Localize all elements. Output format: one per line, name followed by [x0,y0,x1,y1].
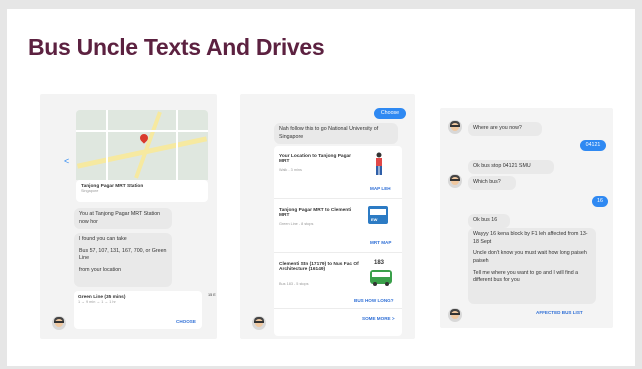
chat-text: from your location [79,267,122,274]
bus-icon [370,270,392,286]
bus-how-long-link[interactable]: BUS HOW LONG? [354,298,394,303]
bus-uncle-avatar [448,120,462,134]
step2-sub: Green Line - 8 stops [279,222,314,226]
step3-bus-number: 183 [374,260,385,266]
chat-text: I found you can take [79,236,127,242]
chat-bubble: Which bus? [468,176,516,190]
next-card-peek: 15 E [208,293,216,297]
bus-uncle-avatar [448,308,462,322]
step1-title: Your Location to Tanjong Pagar MRT [279,154,352,164]
chat-text: Uncle don't know you must wait how long … [473,250,587,265]
train-icon: EW [368,206,388,224]
some-more-link[interactable]: SOME MORE > [362,316,395,321]
chat-panel-location: < Tanjong Pagar MRT Station Singapore Yo… [40,94,217,339]
user-reply-bubble: 16 [592,196,608,207]
bus-uncle-avatar [52,316,66,330]
chat-panel-bus-stop: Where are you now? 04121 Ok bus stop 041… [440,108,613,328]
map-station-sub: Singapore [81,189,99,193]
chat-bubble-group: Wayyy 16 kena block by F1 leh affected f… [468,228,596,304]
chat-bubble: Ok bus 16 [468,214,510,228]
chat-bubble: Where are you now? [468,122,542,136]
bus-uncle-avatar [448,174,462,188]
step3-sub: Bus 183 - 5 stops [279,282,309,286]
step2-mrt-map-link[interactable]: MRT MAP [370,240,391,245]
share-icon[interactable]: < [64,156,69,166]
slide-title: Bus Uncle Texts And Drives [28,34,325,60]
map-card[interactable]: Tanjong Pagar MRT Station Singapore [76,180,208,202]
step1-sub: Walk - 3 mins [279,168,302,172]
chat-text: Bus 57, 107, 131, 167, 700, or Green Lin… [79,247,167,262]
affected-bus-list-link[interactable]: AFFECTED BUS LIST [536,310,583,315]
chat-text: Wayyy 16 kena block by F1 leh affected f… [473,231,588,245]
choose-reply-bubble[interactable]: Choose [374,108,406,119]
directions-card: Your Location to Tanjong Pagar MRT Walk … [274,146,402,336]
chat-bubble: You at Tanjong Pagar MRT Station now hor [74,208,172,230]
user-reply-bubble: 04121 [580,140,606,151]
chat-bubble: Ok bus stop 04121 SMU [468,160,554,174]
choose-link[interactable]: CHOOSE [176,319,196,324]
chat-bubble: Nah follow this to go National Universit… [274,123,398,145]
step2-title: Tanjong Pagar MRT to Clementi MRT [279,208,352,218]
walking-person-icon [376,152,382,175]
chat-text: Tell me where you want to go and I will … [473,269,579,284]
bus-uncle-avatar [252,316,266,330]
step1-map-link[interactable]: MAP LEH [370,186,391,191]
map-preview[interactable] [76,110,208,180]
chat-panel-directions: Choose Nah follow this to go National Un… [240,94,415,339]
route-sub: 1 → 9 min → 1 → 1 hr [78,300,116,304]
step3-title: Clementi Stn (17179) to Nus Fac Of Archi… [279,262,359,272]
chat-bubble-group: I found you can take Bus 57, 107, 131, 1… [74,233,172,287]
